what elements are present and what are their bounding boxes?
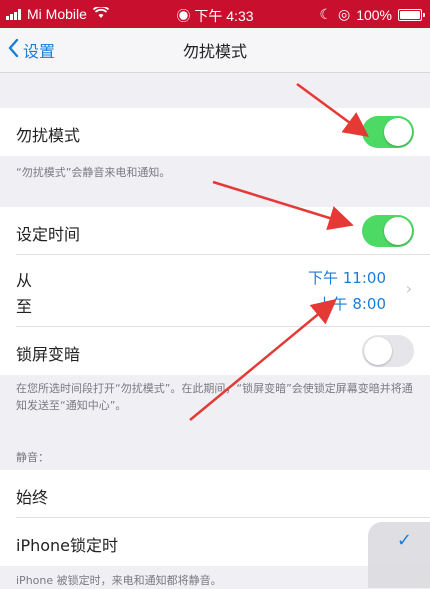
schedule-toggle-knob (384, 217, 412, 245)
dnd-toggle-knob (384, 118, 412, 146)
schedule-time-row[interactable]: 从 至 下午 11:00 上午 8:00 › (0, 255, 430, 327)
status-bar: Mi Mobile ◉ 下午 4:33 ☾ ◎ 100% (0, 0, 430, 28)
dnd-row: 勿扰模式 (0, 108, 430, 156)
silence-locked-footnote: iPhone 被锁定时，来电和通知都将静音。 (16, 574, 222, 587)
back-button[interactable]: 设置 (8, 38, 55, 62)
to-label: 至 (16, 297, 33, 316)
dim-lock-toggle-knob (364, 337, 392, 365)
to-time: 上午 8:00 (317, 295, 386, 313)
dim-lock-toggle[interactable] (362, 335, 414, 367)
schedule-toggle[interactable] (362, 215, 414, 247)
silence-locked-label: iPhone锁定时 (16, 536, 119, 555)
status-time: 下午 4:33 (194, 8, 254, 24)
dim-lock-footnote: 在您所选时间段打开“勿扰模式”。在此期间，“锁屏变暗”会使锁定屏幕变暗并将通知发… (16, 382, 413, 412)
dnd-label: 勿扰模式 (16, 126, 81, 145)
schedule-label: 设定时间 (16, 225, 81, 244)
rotation-lock-icon: ◉ (176, 8, 191, 24)
schedule-row: 设定时间 (0, 207, 430, 255)
dnd-toggle[interactable] (362, 116, 414, 148)
moon-icon: ☾ (319, 6, 332, 22)
silence-locked-row[interactable]: iPhone锁定时 (0, 518, 430, 566)
chevron-left-icon (8, 38, 19, 61)
page-title: 勿扰模式 (182, 42, 247, 61)
from-time: 下午 11:00 (308, 269, 386, 287)
dim-lock-row: 锁屏变暗 (0, 327, 430, 375)
battery-icon (398, 8, 425, 21)
back-button-label: 设置 (23, 42, 56, 61)
chevron-right-icon: › (405, 279, 412, 298)
silence-always-label: 始终 (16, 488, 49, 507)
dnd-footnote: “勿扰模式”会静音来电和通知。 (16, 166, 171, 179)
checkmark-icon: ✓ (396, 530, 412, 551)
navigation-bar: 设置 勿扰模式 (0, 28, 430, 73)
dim-lock-label: 锁屏变暗 (16, 345, 81, 364)
battery-percent: 100% (356, 6, 392, 23)
lock-rotation-icon: ◎ (337, 6, 351, 22)
silence-section-header: 静音： (16, 451, 49, 464)
status-right: ☾ ◎ 100% (319, 6, 425, 23)
silence-always-row[interactable]: 始终 (0, 470, 430, 518)
from-label: 从 (16, 271, 33, 290)
